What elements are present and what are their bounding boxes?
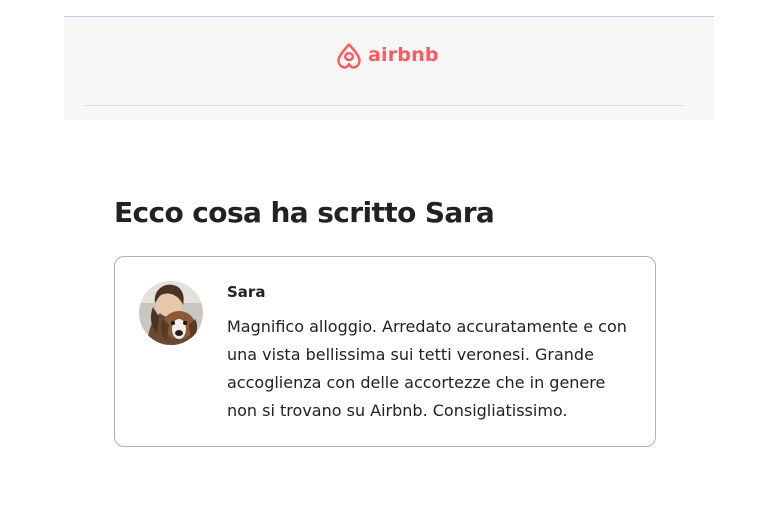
header-divider — [84, 105, 684, 106]
reviewer-name: Sara — [227, 283, 266, 301]
airbnb-logo[interactable]: airbnb — [334, 39, 439, 73]
email-header: airbnb — [64, 16, 714, 120]
airbnb-wordmark: airbnb — [368, 44, 439, 66]
airbnb-belo-icon — [334, 39, 364, 73]
reviewer-avatar[interactable] — [139, 281, 203, 345]
review-card: Sara Magnifico alloggio. Arredato accura… — [114, 256, 656, 447]
review-text: Magnifico alloggio. Arredato accuratamen… — [227, 317, 627, 420]
page-heading: Ecco cosa ha scritto Sara — [114, 196, 495, 229]
